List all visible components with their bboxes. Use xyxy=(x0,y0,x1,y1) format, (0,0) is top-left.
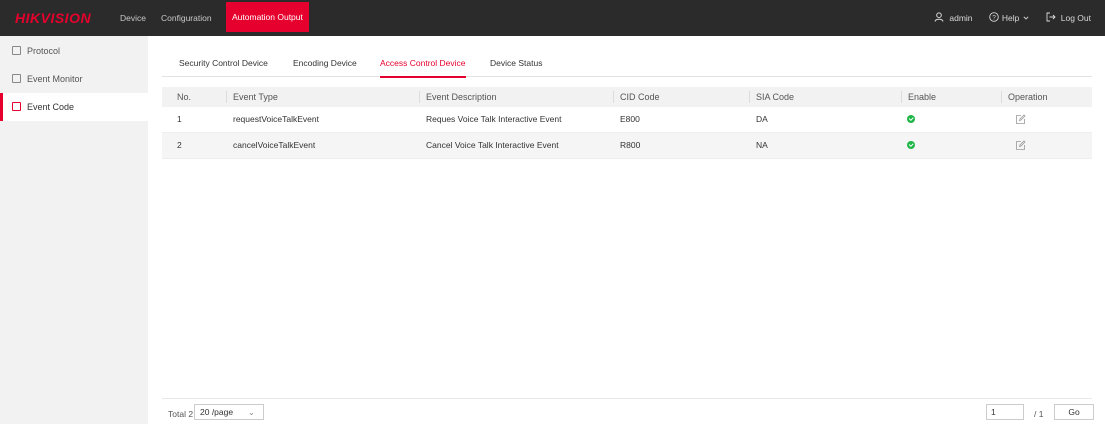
column-header-event-type: Event Type xyxy=(226,91,278,103)
total-pages: / 1 xyxy=(1034,409,1044,419)
row-sia-code: NA xyxy=(756,140,768,150)
sidebar-item-event-monitor[interactable]: Event Monitor xyxy=(0,65,148,93)
top-bar: HIKVISION Device Configuration Automatio… xyxy=(0,0,1105,36)
user-account[interactable]: admin xyxy=(934,0,973,36)
monitor-icon xyxy=(12,74,21,83)
sidebar-item-event-code[interactable]: Event Code xyxy=(0,93,148,121)
row-sia-code: DA xyxy=(756,114,768,124)
chevron-down-icon xyxy=(1023,16,1029,20)
event-code-icon xyxy=(12,102,21,111)
sidebar-item-protocol[interactable]: Protocol xyxy=(0,37,148,65)
logout-icon xyxy=(1046,12,1056,22)
tab-access-control-device[interactable]: Access Control Device xyxy=(380,58,466,78)
row-cid-code: R800 xyxy=(620,140,641,150)
user-menu: admin ? Help Log Out xyxy=(934,0,1105,36)
nav-configuration[interactable]: Configuration xyxy=(155,0,218,36)
tab-security-control-device[interactable]: Security Control Device xyxy=(179,58,268,76)
help-label: Help xyxy=(1001,13,1020,23)
total-count: Total 2 xyxy=(168,409,194,419)
row-cid-code: E800 xyxy=(620,114,640,124)
edit-icon[interactable] xyxy=(1015,140,1026,151)
page-number-input[interactable] xyxy=(986,404,1024,420)
tab-encoding-device[interactable]: Encoding Device xyxy=(293,58,357,76)
go-button[interactable]: Go xyxy=(1054,404,1094,420)
brand-logo: HIKVISION xyxy=(15,10,92,26)
page-size-select[interactable]: 20 /page ⌄ xyxy=(194,404,264,420)
sidebar: Protocol Event Monitor Event Code xyxy=(0,36,149,424)
row-no: 2 xyxy=(177,140,182,150)
sidebar-item-label: Protocol xyxy=(27,46,61,56)
help-icon: ? xyxy=(989,12,999,22)
page-size-value: 20 /page xyxy=(200,407,234,417)
tab-device-status[interactable]: Device Status xyxy=(490,58,542,76)
svg-text:?: ? xyxy=(992,14,996,21)
column-header-event-description: Event Description xyxy=(419,91,497,103)
chevron-down-icon: ⌄ xyxy=(247,407,255,417)
table-row: 1 requestVoiceTalkEvent Reques Voice Tal… xyxy=(162,107,1092,133)
column-header-sia-code: SIA Code xyxy=(749,91,794,103)
nav-automation-output[interactable]: Automation Output xyxy=(226,2,309,32)
sidebar-item-label: Event Code xyxy=(27,102,75,112)
main-content: Security Control Device Encoding Device … xyxy=(148,36,1105,424)
logout-button[interactable]: Log Out xyxy=(1046,0,1105,36)
column-header-enable: Enable xyxy=(901,91,936,103)
event-code-table: No. Event Type Event Description CID Cod… xyxy=(162,87,1092,159)
table-row: 2 cancelVoiceTalkEvent Cancel Voice Talk… xyxy=(162,133,1092,159)
help-menu[interactable]: ? Help xyxy=(989,0,1029,36)
user-icon xyxy=(934,12,944,22)
device-tabs: Security Control Device Encoding Device … xyxy=(162,52,1092,78)
row-event-type: requestVoiceTalkEvent xyxy=(233,114,319,124)
row-no: 1 xyxy=(177,114,182,124)
username: admin xyxy=(949,13,973,23)
edit-icon[interactable] xyxy=(1015,114,1026,125)
row-event-type: cancelVoiceTalkEvent xyxy=(233,140,316,150)
protocol-icon xyxy=(12,46,21,55)
row-event-description: Reques Voice Talk Interactive Event xyxy=(426,114,562,124)
nav-device[interactable]: Device xyxy=(114,0,152,36)
sidebar-item-label: Event Monitor xyxy=(27,74,83,84)
column-header-cid-code: CID Code xyxy=(613,91,660,103)
table-header: No. Event Type Event Description CID Cod… xyxy=(162,87,1092,107)
logout-label: Log Out xyxy=(1060,13,1091,23)
column-header-operation: Operation xyxy=(1001,91,1048,103)
enabled-check-icon xyxy=(907,141,915,149)
column-header-no: No. xyxy=(177,92,192,102)
pagination-bar: Total 2 20 /page ⌄ / 1 Go xyxy=(162,398,1094,425)
row-event-description: Cancel Voice Talk Interactive Event xyxy=(426,140,559,150)
enabled-check-icon xyxy=(907,115,915,123)
